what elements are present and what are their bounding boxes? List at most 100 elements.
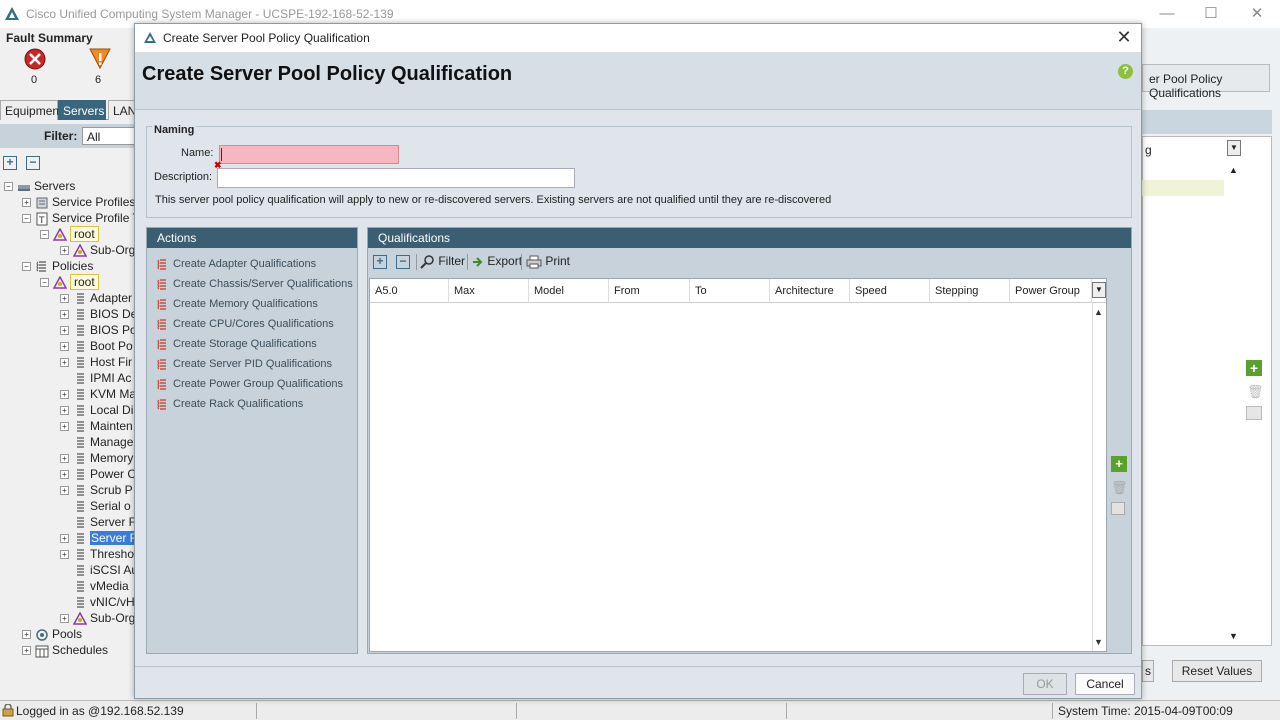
critical-fault-icon[interactable] (24, 48, 46, 70)
expand-icon[interactable]: + (60, 614, 69, 624)
tree-item-serial-over-lan[interactable]: Serial o (73, 498, 131, 514)
tree-item-management[interactable]: Manage (73, 434, 133, 450)
scroll-up-icon[interactable]: ▲ (1094, 307, 1103, 317)
expand-icon[interactable]: + (60, 342, 69, 352)
expand-icon[interactable]: + (22, 630, 31, 640)
tree-item-vnic-vhba[interactable]: vNIC/vH (73, 594, 134, 610)
filter-select[interactable]: All (82, 127, 142, 145)
scroll-up-icon[interactable]: ▲ (1229, 165, 1238, 175)
expand-icon[interactable]: + (60, 486, 69, 496)
delete-icon[interactable]: 🗑 (1111, 480, 1128, 496)
close-window-button[interactable]: ✕ (1242, 4, 1272, 24)
filter-button[interactable]: Filter (420, 254, 465, 276)
tree-item-power-control[interactable]: + Power C (60, 466, 134, 482)
create-power-group-qualifications-link[interactable]: Create Power Group Qualifications (157, 378, 343, 394)
expand-all-icon[interactable]: + (3, 156, 17, 170)
ok-button[interactable]: OK (1023, 673, 1067, 695)
collapse-icon[interactable]: − (22, 262, 31, 272)
expand-icon[interactable]: + (60, 422, 69, 432)
column-header-model[interactable]: Model (529, 279, 609, 303)
collapse-icon[interactable]: − (40, 278, 49, 288)
collapse-all-icon[interactable]: − (26, 156, 40, 170)
tree-item-server-pool-policies[interactable]: Server F (73, 514, 134, 530)
tree-item-server-pool-qualifications[interactable]: + Server F (60, 530, 134, 546)
tree-item-pools[interactable]: + Pools (22, 626, 82, 642)
close-icon[interactable]: ✕ (1113, 27, 1135, 48)
tree-item-policies[interactable]: − Policies (22, 258, 93, 274)
tab-servers[interactable]: Servers (58, 100, 106, 120)
column-header-max[interactable]: Max (449, 279, 529, 303)
tree-item-host-firmware[interactable]: + Host Fir (60, 354, 132, 370)
create-chassis-server-qualifications-link[interactable]: Create Chassis/Server Qualifications (157, 278, 353, 294)
tree-item-adapter-policies[interactable]: + Adapter (60, 290, 132, 306)
tree-item-service-profiles[interactable]: + Service Profiles (22, 194, 134, 210)
column-header-stepping[interactable]: Stepping (930, 279, 1010, 303)
tree-item-iscsi-auth[interactable]: iSCSI Au (73, 562, 134, 578)
description-field[interactable] (217, 168, 575, 188)
create-cpu-cores-qualifications-link[interactable]: Create CPU/Cores Qualifications (157, 318, 334, 334)
delete-icon[interactable]: 🗑 (1247, 384, 1264, 400)
name-field[interactable] (219, 145, 399, 164)
tree-item-root-templates[interactable]: − root (40, 226, 99, 242)
expand-icon[interactable]: + (60, 534, 69, 544)
expand-icon[interactable]: + (22, 198, 31, 208)
selected-row[interactable] (1142, 180, 1224, 196)
collapse-icon[interactable]: − (4, 182, 13, 192)
help-icon[interactable]: ? (1118, 64, 1133, 79)
add-icon[interactable]: + (1246, 360, 1262, 376)
create-adapter-qualifications-link[interactable]: Create Adapter Qualifications (157, 258, 316, 274)
column-header-a5[interactable]: A5.0 (370, 279, 449, 303)
expand-icon[interactable]: + (60, 326, 69, 336)
create-storage-qualifications-link[interactable]: Create Storage Qualifications (157, 338, 317, 354)
tree-item-sub-org[interactable]: + Sub-Org (60, 242, 134, 258)
scroll-down-icon[interactable]: ▼ (1094, 637, 1103, 647)
expand-all-icon[interactable]: + (373, 255, 387, 269)
scroll-down-icon[interactable]: ▼ (1229, 631, 1238, 641)
create-memory-qualifications-link[interactable]: Create Memory Qualifications (157, 298, 318, 314)
expand-icon[interactable]: + (60, 406, 69, 416)
tree-item-ipmi-access[interactable]: IPMI Ac (73, 370, 131, 386)
info-icon[interactable] (1111, 502, 1125, 515)
reset-values-button[interactable]: Reset Values (1172, 660, 1262, 682)
expand-icon[interactable]: + (60, 294, 69, 304)
column-menu-icon[interactable]: ▼ (1227, 140, 1241, 156)
tree-item-maintenance[interactable]: + Mainten (60, 418, 133, 434)
tree-item-schedules[interactable]: + Schedules (22, 642, 108, 658)
tree-item-servers[interactable]: − Servers (4, 178, 75, 194)
column-header-from[interactable]: From (609, 279, 690, 303)
tree-item-service-profile-templates[interactable]: − T Service Profile T (22, 210, 134, 226)
table-scrollbar[interactable]: ▲ ▼ (1092, 303, 1106, 651)
major-fault-icon[interactable] (88, 46, 112, 70)
tree-item-kvm-management[interactable]: + KVM Ma (60, 386, 134, 402)
tree-item-memory[interactable]: + Memory (60, 450, 133, 466)
add-icon[interactable]: + (1111, 456, 1127, 472)
maximize-button[interactable]: ☐ (1196, 4, 1226, 24)
tree-item-sub-org-policies[interactable]: + Sub-Org (60, 610, 134, 626)
minimize-button[interactable]: — (1152, 4, 1182, 24)
expand-icon[interactable]: + (22, 646, 31, 656)
tree-item-threshold[interactable]: + Thresho (60, 546, 134, 562)
tree-item-local-disk[interactable]: + Local Di (60, 402, 133, 418)
print-button[interactable]: Print (526, 254, 570, 276)
expand-icon[interactable]: + (60, 454, 69, 464)
save-changes-button[interactable]: s (1142, 660, 1154, 682)
tree-item-vmedia[interactable]: vMedia (73, 578, 129, 594)
tree-item-scrub-policies[interactable]: + Scrub P (60, 482, 133, 498)
collapse-icon[interactable]: − (22, 214, 31, 224)
expand-icon[interactable]: + (60, 246, 69, 256)
export-button[interactable]: Export (472, 254, 522, 276)
tree-item-root-policies[interactable]: − root (40, 274, 99, 290)
tree-item-boot-policies[interactable]: + Boot Po (60, 338, 133, 354)
create-server-pid-qualifications-link[interactable]: Create Server PID Qualifications (157, 358, 332, 374)
collapse-icon[interactable]: − (40, 230, 49, 240)
column-header-to[interactable]: To (690, 279, 770, 303)
expand-icon[interactable]: + (60, 358, 69, 368)
cancel-button[interactable]: Cancel (1075, 673, 1135, 695)
expand-icon[interactable]: + (60, 390, 69, 400)
collapse-all-icon[interactable]: − (396, 255, 410, 269)
column-menu-icon[interactable]: ▼ (1092, 282, 1106, 298)
column-header-power-group[interactable]: Power Group (1010, 279, 1092, 303)
tree-item-bios-policies[interactable]: + BIOS Po (60, 322, 134, 338)
tab-server-pool-policy-qualifications[interactable]: er Pool Policy Qualifications (1142, 64, 1270, 100)
expand-icon[interactable]: + (60, 310, 69, 320)
